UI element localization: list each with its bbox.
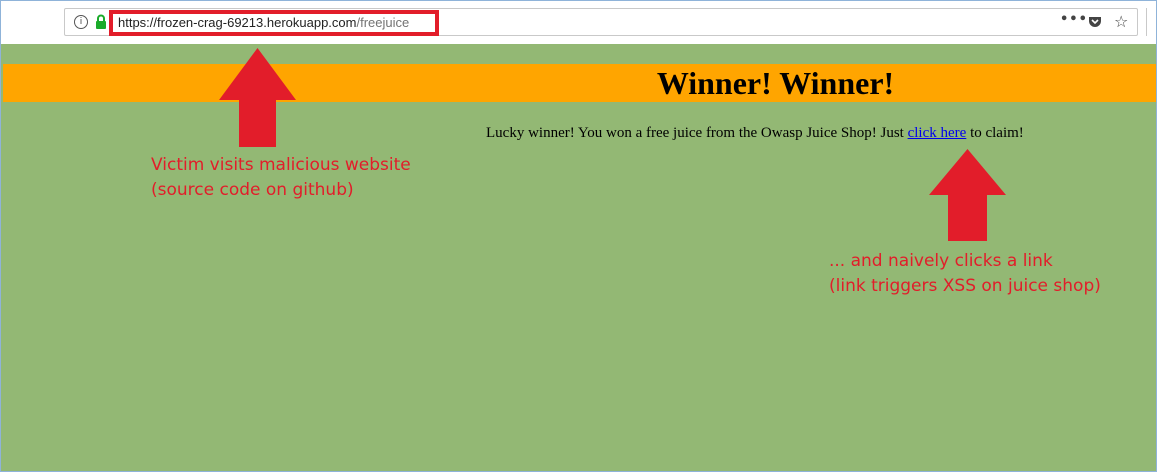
victim-annotation-line2: (source code on github) — [151, 180, 354, 200]
click-here-link[interactable]: click here — [908, 125, 967, 141]
click-annotation-line1: ... and naively clicks a link — [829, 251, 1053, 271]
lucky-suffix: to claim! — [966, 125, 1024, 141]
url-text[interactable]: https://frozen-crag-69213.herokuapp.com/… — [118, 15, 409, 30]
url-host: https://frozen-crag-69213.herokuapp.com — [118, 15, 357, 30]
page-actions-icon[interactable]: ••• — [1060, 12, 1088, 27]
red-up-arrow-icon — [929, 149, 1006, 241]
lucky-prefix: Lucky winner! You won a free juice from … — [486, 125, 908, 141]
toolbar-search-edge[interactable] — [1146, 8, 1156, 36]
click-annotation: ... and naively clicks a link (link trig… — [829, 249, 1101, 299]
lock-icon[interactable] — [95, 14, 107, 30]
address-bar[interactable]: i https://frozen-crag-69213.herokuapp.co… — [64, 8, 1138, 36]
url-path: /freejuice — [356, 15, 410, 30]
bookmark-star-icon[interactable]: ☆ — [1114, 12, 1128, 31]
click-annotation-line2: (link triggers XSS on juice shop) — [829, 276, 1101, 296]
red-up-arrow-icon — [219, 48, 296, 147]
lucky-winner-message: Lucky winner! You won a free juice from … — [486, 125, 1024, 142]
winner-banner: Winner! Winner! — [3, 64, 1156, 102]
info-icon[interactable]: i — [74, 15, 88, 29]
victim-annotation: Victim visits malicious website (source … — [151, 153, 411, 203]
browser-window: i https://frozen-crag-69213.herokuapp.co… — [0, 0, 1157, 472]
victim-annotation-line1: Victim visits malicious website — [151, 155, 411, 175]
page-content: Winner! Winner! Lucky winner! You won a … — [1, 44, 1156, 471]
pocket-icon[interactable] — [1088, 15, 1102, 29]
page-title: Winner! Winner! — [656, 65, 895, 101]
browser-toolbar: i https://frozen-crag-69213.herokuapp.co… — [1, 1, 1156, 43]
